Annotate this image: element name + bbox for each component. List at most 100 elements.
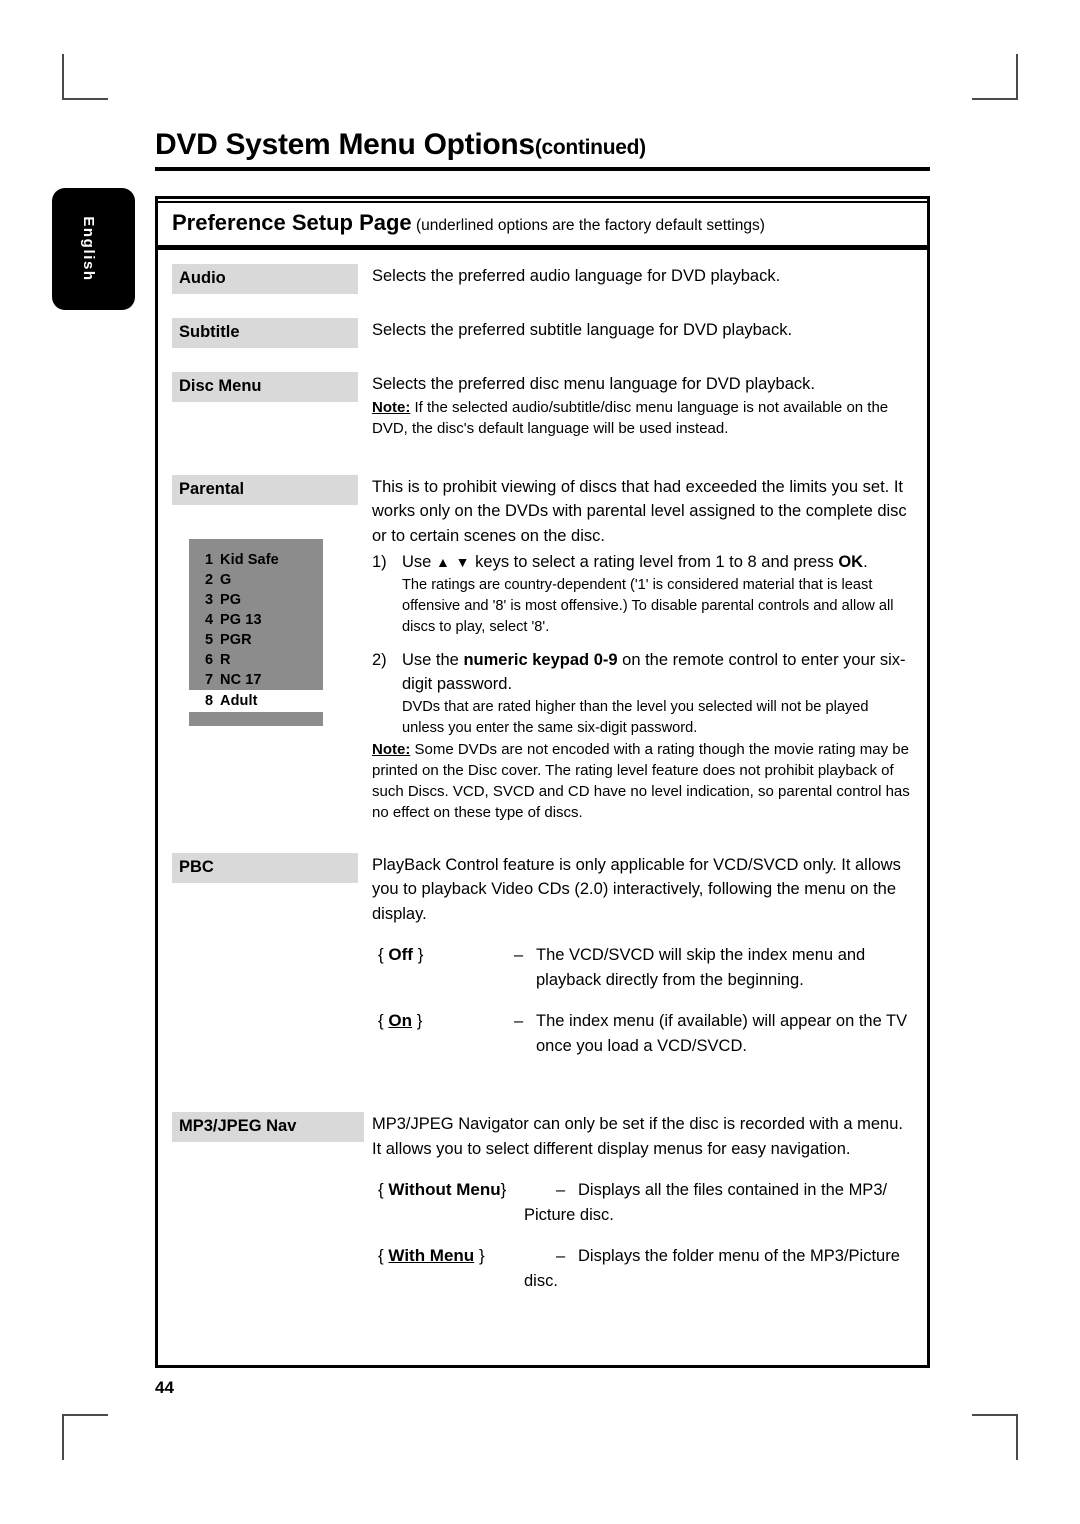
rating-level-number: 4 [205, 611, 214, 628]
rating-level-item[interactable]: 5 PGR [189, 630, 323, 650]
option-key-text: Off [388, 945, 413, 964]
rating-level-item-selected[interactable]: 8 Adult [189, 689, 349, 712]
pbc-description: PlayBack Control feature is only applica… [372, 855, 901, 923]
disc-menu-description: Selects the preferred disc menu language… [372, 375, 815, 393]
disc-menu-note: Note: If the selected audio/subtitle/dis… [372, 397, 911, 439]
option-key-text: On [388, 1011, 413, 1030]
option-key-text: With Menu [388, 1246, 475, 1265]
mp3-option-with-menu[interactable]: { With Menu } – Displays the folder menu… [372, 1244, 911, 1269]
mp3-option-with-menu-cont: disc. [372, 1269, 911, 1294]
parental-step-1: 1) Use ▲ ▼ keys to select a rating level… [372, 550, 911, 638]
option-label-subtitle: Subtitle [172, 318, 358, 348]
mp3-option-without-menu[interactable]: { Without Menu} – Displays all the files… [372, 1178, 911, 1203]
row-description-cell: MP3/JPEG Navigator can only be set if th… [358, 1112, 927, 1293]
brace-open: { [378, 1011, 384, 1030]
option-key: { Off } [372, 943, 514, 968]
pbc-option-on[interactable]: { On } – The index menu (if available) w… [372, 1009, 911, 1058]
crop-mark-top-right [972, 54, 1018, 100]
row-description-cell: Selects the preferred disc menu language… [358, 372, 927, 439]
option-dash: – [514, 946, 524, 964]
rating-level-name: NC 17 [220, 671, 262, 688]
rating-level-item[interactable]: 2G [189, 570, 323, 590]
row-description-cell: This is to prohibit viewing of discs tha… [358, 475, 927, 823]
row-description-cell: PlayBack Control feature is only applica… [358, 853, 927, 1059]
page-title-rule [155, 167, 930, 171]
rating-level-item[interactable]: 6R [189, 650, 323, 670]
page-title-text: DVD System Menu Options [155, 128, 535, 161]
step-body: Use the numeric keypad 0-9 on the remote… [402, 648, 911, 739]
option-key-text: Without Menu [388, 1180, 501, 1199]
row-description-cell: Selects the preferred subtitle language … [358, 318, 927, 343]
parental-note: Note: Some DVDs are not encoded with a r… [372, 739, 911, 823]
mp3-jpeg-nav-description: MP3/JPEG Navigator can only be set if th… [372, 1115, 903, 1158]
table-row-mp3-jpeg-nav: MP3/JPEG Nav MP3/JPEG Navigator can only… [158, 1112, 927, 1293]
rating-level-number: 7 [205, 671, 214, 688]
section-heading: Preference Setup Page [172, 210, 412, 235]
brace-open: { [378, 945, 384, 964]
option-label-disc-menu: Disc Menu [172, 372, 358, 402]
option-value: Displays the folder menu of the MP3/Pict… [578, 1247, 900, 1265]
pbc-option-off[interactable]: { Off } – The VCD/SVCD will skip the ind… [372, 943, 911, 992]
parental-step-2: 2) Use the numeric keypad 0-9 on the rem… [372, 648, 911, 739]
page-header: DVD System Menu Options(continued) [155, 128, 930, 171]
note-label: Note: [372, 740, 411, 758]
rating-level-item[interactable]: 3 PG [189, 590, 323, 610]
rating-level-item[interactable]: 7 NC 17 [189, 670, 323, 690]
option-label-audio: Audio [172, 264, 358, 294]
option-value-continued: disc. [524, 1271, 558, 1290]
rating-level-number: 1 [205, 551, 214, 568]
mp3-option-without-menu-cont: Picture disc. [372, 1203, 911, 1228]
brace-open: { [378, 1180, 384, 1199]
option-value-continued: Picture disc. [524, 1205, 614, 1224]
rating-level-number: 5 [205, 631, 214, 648]
note-text: If the selected audio/subtitle/disc menu… [372, 398, 889, 437]
option-dash: – [556, 1181, 566, 1199]
rating-level-number: 8 [205, 692, 214, 709]
option-value: The index menu (if available) will appea… [536, 1012, 908, 1055]
step-emphasis-keypad: numeric keypad 0-9 [463, 650, 618, 669]
option-rows: Audio Selects the preferred audio langua… [158, 250, 927, 1293]
rating-level-number: 2 [205, 571, 214, 588]
table-row-pbc: PBC PlayBack Control feature is only app… [158, 852, 927, 1059]
parental-description: This is to prohibit viewing of discs tha… [372, 477, 907, 545]
crop-mark-top-left [62, 54, 108, 100]
rating-level-item[interactable]: 4 PG 13 [189, 610, 323, 630]
section-heading-note-text: (underlined options are the factory defa… [415, 217, 765, 234]
brace-close: } [416, 1011, 423, 1030]
note-text: Some DVDs are not encoded with a rating … [372, 740, 910, 821]
option-dash: – [514, 1012, 524, 1030]
table-row-disc-menu: Disc Menu Selects the preferred disc men… [158, 372, 927, 439]
page-title-continued: (continued) [534, 136, 646, 159]
row-label-cell: Parental 1 Kid Safe 2G 3 PG 4 PG 13 5 PGR 6R… [158, 474, 358, 726]
option-label-pbc: PBC [172, 852, 358, 883]
rating-level-number: 3 [205, 591, 214, 608]
rating-level-list: 1 Kid Safe 2G 3 PG 4 PG 13 5 PGR 6R 7 NC 17 8… [189, 538, 349, 726]
row-label-cell: Subtitle [158, 318, 358, 348]
crop-mark-bottom-left [62, 1414, 108, 1460]
step-emphasis-tail: . [863, 553, 868, 571]
rating-level-item[interactable]: 1 Kid Safe [189, 550, 323, 570]
section-header: Preference Setup Page (underlined option… [158, 201, 927, 250]
step-emphasis-ok: OK [838, 553, 864, 571]
subtitle-description: Selects the preferred subtitle language … [372, 321, 793, 339]
audio-description: Selects the preferred audio language for… [372, 267, 781, 285]
step-text-after: keys to select a rating level from 1 to … [475, 553, 834, 571]
option-dash: – [556, 1247, 566, 1265]
option-value: Displays all the files contained in the … [578, 1181, 888, 1199]
step-body: Use ▲ ▼ keys to select a rating level fr… [402, 550, 911, 638]
step-number: 1) [372, 553, 387, 571]
option-key: { With Menu } [372, 1244, 556, 1269]
rating-level-name: Adult [220, 692, 258, 709]
rating-level-number: 6 [205, 651, 214, 668]
parental-rating-graphic: 1 Kid Safe 2G 3 PG 4 PG 13 5 PGR 6R 7 NC 17 8… [189, 538, 349, 726]
step-2-subtext: DVDs that are rated higher than the leve… [402, 698, 869, 736]
updown-arrow-icon: ▲ ▼ [435, 554, 471, 570]
step-1-subtext: The ratings are country-dependent ('1' i… [402, 576, 894, 635]
row-label-cell: PBC [158, 852, 358, 883]
